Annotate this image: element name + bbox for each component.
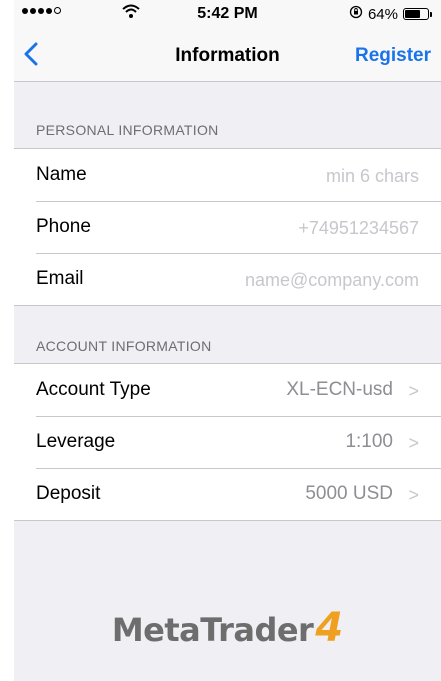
email-field[interactable] (197, 265, 421, 295)
leverage-value: 1:100 (345, 431, 393, 452)
chevron-right-icon: > (408, 485, 419, 505)
battery-icon (403, 8, 432, 20)
phone-row: Phone (14, 201, 441, 253)
metatrader-logo: MetaTrader4 (14, 605, 441, 651)
name-label: Name (36, 164, 87, 185)
navigation-bar: Information Register (14, 28, 441, 82)
status-bar: 5:42 PM 64% (14, 0, 441, 28)
account-type-label: Account Type (36, 379, 151, 400)
battery-percent: 64% (367, 5, 398, 23)
register-button[interactable]: Register (355, 45, 431, 67)
chevron-right-icon: > (408, 381, 419, 401)
battery-fill (405, 10, 421, 18)
account-information-group: Account Type XL-ECN-usd > Leverage 1:100… (14, 363, 441, 521)
status-right: 64% (349, 5, 432, 23)
name-field[interactable] (197, 161, 421, 191)
personal-information-header: PERSONAL INFORMATION (36, 122, 219, 138)
orientation-lock-icon (349, 5, 363, 23)
deposit-value: 5000 USD (305, 483, 393, 504)
chevron-right-icon: > (408, 433, 419, 453)
deposit-row[interactable]: Deposit 5000 USD > (14, 468, 441, 520)
leverage-label: Leverage (36, 431, 116, 452)
logo-number: 4 (315, 605, 344, 651)
phone-field[interactable] (197, 213, 421, 243)
account-type-value: XL-ECN-usd (286, 379, 393, 400)
phone-label: Phone (36, 216, 91, 237)
deposit-label: Deposit (36, 483, 101, 504)
logo-text: MetaTrader (111, 611, 314, 649)
account-type-row[interactable]: Account Type XL-ECN-usd > (14, 364, 441, 416)
email-row: Email (14, 253, 441, 305)
leverage-row[interactable]: Leverage 1:100 > (14, 416, 441, 468)
personal-information-group: Name Phone Email (14, 148, 441, 306)
account-information-header: ACCOUNT INFORMATION (36, 338, 212, 354)
screen: 5:42 PM 64% Information Register PERSONA… (14, 0, 441, 681)
email-label: Email (36, 268, 84, 289)
name-row: Name (14, 149, 441, 201)
